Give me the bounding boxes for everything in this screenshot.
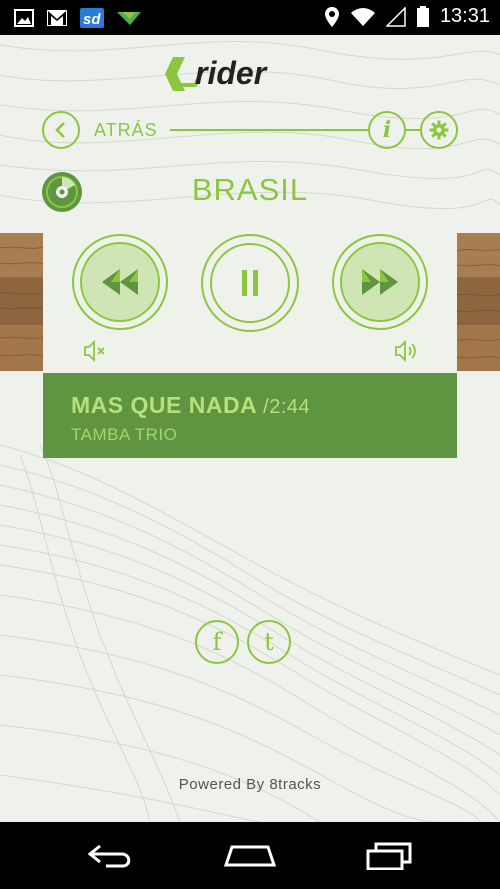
home-nav-icon[interactable] <box>224 843 276 869</box>
facebook-icon: f <box>212 628 222 656</box>
status-bar: sd 13:31 <box>0 0 500 35</box>
twitter-button[interactable]: t <box>247 620 291 664</box>
station-title: BRASIL <box>191 172 309 207</box>
wifi-icon <box>350 7 375 26</box>
logo-text: rider <box>195 55 268 91</box>
track-title: MAS QUE NADA <box>71 392 258 418</box>
track-artist: TAMBA TRIO <box>71 425 178 444</box>
nav-divider-2 <box>406 129 420 131</box>
pause-button[interactable] <box>201 234 299 332</box>
wood-panel-right <box>457 233 500 371</box>
track-title-row: MAS QUE NADA/2:44 <box>71 392 310 419</box>
location-icon <box>324 6 339 27</box>
info-icon: i <box>382 117 392 143</box>
svg-text:sd: sd <box>83 11 101 28</box>
rider-logo: rider <box>165 55 268 91</box>
powered-by-text[interactable]: Powered By 8tracks <box>0 776 500 793</box>
volume-up-icon[interactable] <box>394 340 420 362</box>
mute-icon[interactable] <box>83 340 107 362</box>
twitter-icon: t <box>264 628 274 656</box>
notification-icons: sd <box>14 7 142 29</box>
rewind-button[interactable] <box>72 234 168 330</box>
wood-panel-left <box>0 233 43 371</box>
back-nav-icon[interactable] <box>86 842 136 870</box>
gmail-icon <box>47 10 67 26</box>
pause-icon <box>242 270 258 296</box>
chevron-left-icon <box>55 122 65 138</box>
fast-forward-icon <box>362 269 398 295</box>
sd-icon: sd <box>80 8 104 28</box>
system-icons: 13:31 <box>324 5 490 28</box>
system-nav-bar <box>0 822 500 889</box>
gear-icon <box>429 120 449 140</box>
nav-divider <box>170 129 368 131</box>
recents-nav-icon[interactable] <box>364 842 414 870</box>
gallery-icon <box>14 9 34 27</box>
track-duration: /2:44 <box>263 396 311 418</box>
signal-icon <box>385 6 406 27</box>
settings-button[interactable] <box>420 111 458 149</box>
back-label[interactable]: ATRÁS <box>94 120 158 141</box>
now-playing-bar: MAS QUE NADA/2:44 TAMBA TRIO <box>43 373 457 458</box>
back-button[interactable] <box>42 111 80 149</box>
app-content: rider ATRÁS i BRASIL MAS QUE NADA /2:44 … <box>0 35 500 822</box>
facebook-button[interactable]: f <box>195 620 239 664</box>
rewind-icon <box>102 269 138 295</box>
info-button[interactable]: i <box>368 111 406 149</box>
download-icon <box>117 12 141 25</box>
fast-forward-button[interactable] <box>332 234 428 330</box>
clock-time: 13:31 <box>439 5 490 27</box>
battery-icon <box>416 5 429 27</box>
